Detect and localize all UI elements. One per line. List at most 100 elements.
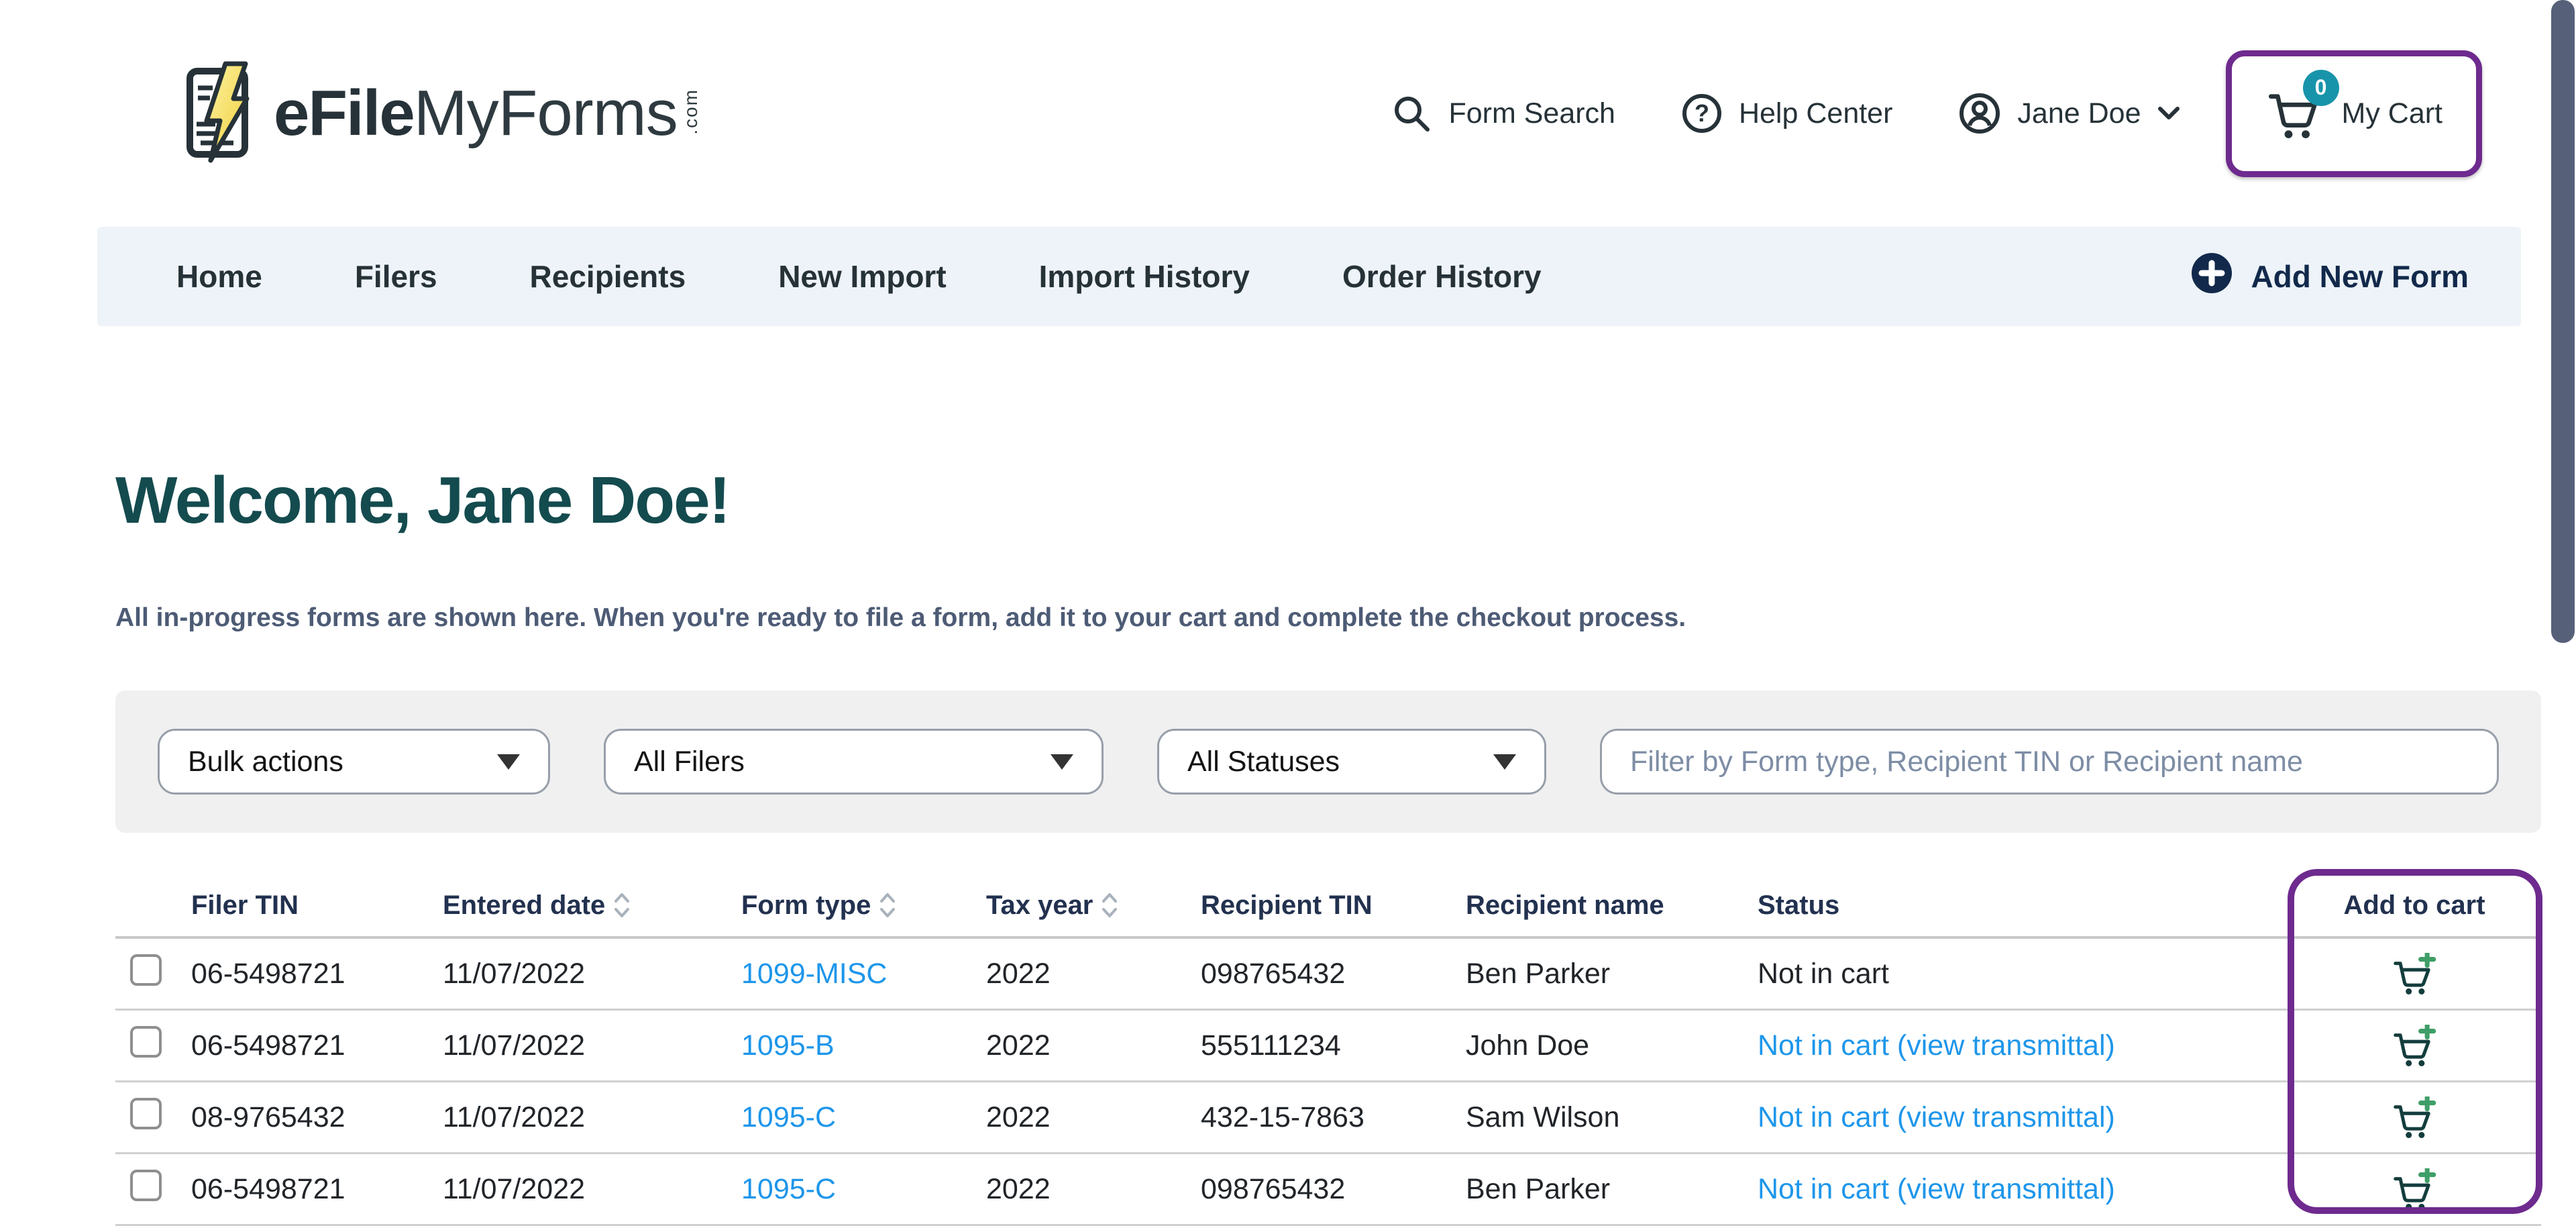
form-type-link[interactable]: 1095-B bbox=[741, 1029, 986, 1062]
recipient-name-cell: John Doe bbox=[1466, 1029, 1758, 1062]
chevron-down-icon bbox=[2157, 106, 2180, 121]
sort-icon bbox=[1101, 892, 1118, 919]
tax-year-cell: 2022 bbox=[986, 958, 1201, 990]
brand-name-bold: eFile bbox=[274, 76, 414, 150]
plus-circle-icon bbox=[2190, 252, 2233, 302]
form-type-link[interactable]: 1099-MISC bbox=[741, 958, 986, 990]
status-link[interactable]: Not in cart (view transmittal) bbox=[1758, 1029, 2288, 1062]
brand-tld: .com bbox=[680, 89, 702, 139]
table-row: 06-5498721 11/07/2022 1095-C 2022 098765… bbox=[115, 1154, 2541, 1226]
table-filter-input[interactable] bbox=[1600, 729, 2499, 795]
table-row: 06-5498721 11/07/2022 1095-B 2022 555111… bbox=[115, 1011, 2541, 1082]
sort-icon bbox=[613, 892, 631, 919]
recipient-name-cell: Ben Parker bbox=[1466, 1173, 1758, 1206]
vertical-scrollbar[interactable] bbox=[2551, 0, 2575, 643]
recipient-name-cell: Ben Parker bbox=[1466, 958, 1758, 990]
add-new-form-button[interactable]: Add New Form bbox=[2190, 252, 2469, 302]
user-name-label: Jane Doe bbox=[2017, 97, 2141, 130]
all-filers-value: All Filers bbox=[634, 746, 745, 778]
main-navigation: Home Filers Recipients New Import Import… bbox=[97, 227, 2521, 326]
status-link[interactable]: Not in cart (view transmittal) bbox=[1758, 1173, 2288, 1206]
all-statuses-value: All Statuses bbox=[1187, 746, 1340, 778]
nav-item-filers[interactable]: Filers bbox=[355, 258, 437, 295]
recipient-tin-cell: 098765432 bbox=[1201, 958, 1466, 990]
entered-date-cell: 11/07/2022 bbox=[443, 1101, 741, 1134]
help-icon: ? bbox=[1681, 93, 1723, 134]
row-checkbox[interactable] bbox=[130, 954, 162, 986]
filer-tin-cell: 06-5498721 bbox=[191, 1029, 443, 1062]
status-cell: Not in cart bbox=[1758, 958, 2288, 990]
header-recipient-name: Recipient name bbox=[1466, 890, 1758, 921]
header-entered-date[interactable]: Entered date bbox=[443, 890, 741, 921]
nav-item-order-history[interactable]: Order History bbox=[1342, 258, 1542, 295]
cart-plus-icon bbox=[2392, 953, 2436, 995]
add-new-form-label: Add New Form bbox=[2251, 258, 2469, 295]
entered-date-cell: 11/07/2022 bbox=[443, 958, 741, 990]
recipient-tin-cell: 555111234 bbox=[1201, 1029, 1466, 1062]
header-utilities: Form Search ? Help Center Jane Doe bbox=[1391, 50, 2482, 177]
lightning-document-icon bbox=[180, 61, 262, 166]
add-to-cart-cell[interactable] bbox=[2288, 953, 2541, 995]
filer-tin-cell: 08-9765432 bbox=[191, 1101, 443, 1134]
help-center-label: Help Center bbox=[1739, 97, 1892, 130]
tax-year-cell: 2022 bbox=[986, 1029, 1201, 1062]
header-recipient-tin: Recipient TIN bbox=[1201, 890, 1466, 921]
header-tax-year[interactable]: Tax year bbox=[986, 890, 1201, 921]
status-link[interactable]: Not in cart (view transmittal) bbox=[1758, 1101, 2288, 1134]
dropdown-caret-icon bbox=[1051, 754, 1073, 770]
brand-name-light: MyForms bbox=[414, 76, 678, 150]
brand-logo[interactable]: eFile MyForms .com bbox=[180, 61, 702, 166]
tax-year-cell: 2022 bbox=[986, 1101, 1201, 1134]
all-statuses-dropdown[interactable]: All Statuses bbox=[1157, 729, 1546, 795]
nav-item-new-import[interactable]: New Import bbox=[778, 258, 946, 295]
entered-date-cell: 11/07/2022 bbox=[443, 1173, 741, 1206]
nav-item-recipients[interactable]: Recipients bbox=[530, 258, 686, 295]
table-header-row: Filer TIN Entered date Form type Tax yea… bbox=[115, 874, 2541, 939]
row-checkbox[interactable] bbox=[130, 1170, 162, 1201]
add-to-cart-cell[interactable] bbox=[2288, 1096, 2541, 1139]
cart-plus-icon bbox=[2392, 1096, 2436, 1139]
cart-count-badge: 0 bbox=[2303, 70, 2339, 106]
help-center-button[interactable]: ? Help Center bbox=[1681, 93, 1892, 134]
header-add-to-cart: Add to cart bbox=[2288, 890, 2541, 921]
nav-item-home[interactable]: Home bbox=[176, 258, 262, 295]
recipient-tin-cell: 432-15-7863 bbox=[1201, 1101, 1466, 1134]
add-to-cart-cell[interactable] bbox=[2288, 1168, 2541, 1211]
recipient-tin-cell: 098765432 bbox=[1201, 1173, 1466, 1206]
user-icon bbox=[1958, 92, 2001, 135]
bulk-actions-dropdown[interactable]: Bulk actions bbox=[158, 729, 550, 795]
cart-plus-icon bbox=[2392, 1025, 2436, 1067]
form-search-button[interactable]: Form Search bbox=[1391, 93, 1615, 134]
all-filers-dropdown[interactable]: All Filers bbox=[604, 729, 1104, 795]
my-cart-button[interactable]: 0 My Cart bbox=[2226, 50, 2483, 177]
filer-tin-cell: 06-5498721 bbox=[191, 1173, 443, 1206]
page-description: All in-progress forms are shown here. Wh… bbox=[115, 603, 2576, 633]
sort-icon bbox=[879, 892, 896, 919]
dropdown-caret-icon bbox=[1493, 754, 1516, 770]
header: eFile MyForms .com Form Search ? Help Ce… bbox=[0, 0, 2576, 227]
dropdown-caret-icon bbox=[497, 754, 520, 770]
table-row: 08-9765432 11/07/2022 1095-C 2022 432-15… bbox=[115, 1082, 2541, 1154]
entered-date-cell: 11/07/2022 bbox=[443, 1029, 741, 1062]
user-menu[interactable]: Jane Doe bbox=[1958, 92, 2180, 135]
recipient-name-cell: Sam Wilson bbox=[1466, 1101, 1758, 1134]
form-type-link[interactable]: 1095-C bbox=[741, 1173, 986, 1206]
row-checkbox[interactable] bbox=[130, 1026, 162, 1058]
my-cart-label: My Cart bbox=[2342, 97, 2443, 130]
cart-plus-icon bbox=[2392, 1168, 2436, 1211]
add-to-cart-cell[interactable] bbox=[2288, 1025, 2541, 1067]
filer-tin-cell: 06-5498721 bbox=[191, 958, 443, 990]
search-icon bbox=[1391, 93, 1432, 134]
filter-panel: Bulk actions All Filers All Statuses bbox=[115, 691, 2541, 833]
nav-item-import-history[interactable]: Import History bbox=[1039, 258, 1250, 295]
header-status: Status bbox=[1758, 890, 2288, 921]
table-row: 06-5498721 11/07/2022 1099-MISC 2022 098… bbox=[115, 939, 2541, 1011]
tax-year-cell: 2022 bbox=[986, 1173, 1201, 1206]
form-type-link[interactable]: 1095-C bbox=[741, 1101, 986, 1134]
cart-icon: 0 bbox=[2265, 85, 2323, 143]
row-checkbox[interactable] bbox=[130, 1098, 162, 1129]
header-filer-tin: Filer TIN bbox=[191, 890, 443, 921]
header-form-type[interactable]: Form type bbox=[741, 890, 986, 921]
form-search-label: Form Search bbox=[1448, 97, 1615, 130]
forms-table: Filer TIN Entered date Form type Tax yea… bbox=[115, 874, 2541, 1226]
